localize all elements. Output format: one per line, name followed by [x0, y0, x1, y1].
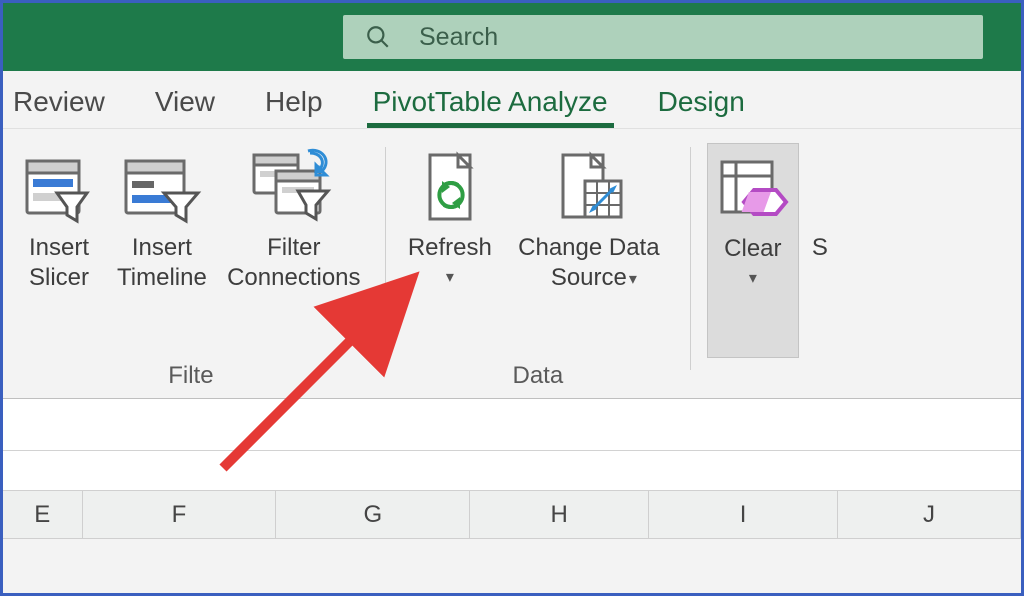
group-divider: [690, 147, 691, 370]
group-data-label: Data: [512, 362, 563, 390]
group-filter-label: Filte: [168, 362, 213, 390]
filter-connections-icon: [248, 147, 340, 225]
tab-view[interactable]: View: [149, 78, 221, 128]
group-data: Refresh ▾: [392, 143, 684, 398]
tab-pivottable-analyze[interactable]: PivotTable Analyze: [367, 78, 614, 128]
group-divider: [385, 147, 386, 370]
search-icon: [365, 24, 391, 50]
refresh-button[interactable]: Refresh ▾: [402, 143, 498, 358]
insert-slicer-button[interactable]: Insert Slicer: [13, 143, 105, 358]
partial-button[interactable]: S: [805, 143, 835, 358]
insert-timeline-button[interactable]: Insert Timeline: [111, 143, 213, 358]
insert-timeline-label: Insert Timeline: [117, 233, 207, 293]
slicer-icon: [19, 147, 99, 225]
tab-design[interactable]: Design: [652, 78, 751, 128]
ribbon: Insert Slicer Insert Timeline: [3, 129, 1021, 399]
column-headers: E F G H I J: [3, 491, 1021, 539]
group-filter: Insert Slicer Insert Timeline: [3, 143, 379, 398]
tab-review[interactable]: Review: [7, 78, 111, 128]
chevron-down-icon: ▾: [446, 267, 454, 287]
tab-help[interactable]: Help: [259, 78, 329, 128]
ribbon-tabs: Review View Help PivotTable Analyze Desi…: [3, 71, 1021, 129]
chevron-down-icon: ▾: [629, 269, 637, 289]
chevron-down-icon: ▾: [749, 268, 757, 288]
col-header-f[interactable]: F: [83, 491, 277, 539]
refresh-label: Refresh: [408, 233, 492, 263]
filter-connections-button[interactable]: Filter Connections: [219, 143, 369, 358]
sheet-gap: [3, 451, 1021, 491]
col-header-h[interactable]: H: [470, 491, 649, 539]
group-actions: Clear ▾ S: [697, 143, 845, 398]
refresh-icon: [414, 147, 486, 225]
clear-label: Clear: [724, 234, 781, 264]
change-data-source-label: Change Data Source: [518, 233, 659, 293]
clear-button[interactable]: Clear ▾: [707, 143, 799, 358]
search-placeholder: Search: [419, 23, 498, 52]
search-box[interactable]: Search: [343, 15, 983, 59]
insert-slicer-label: Insert Slicer: [29, 233, 89, 293]
change-data-source-button[interactable]: Change Data Source ▾: [504, 143, 674, 358]
col-header-j[interactable]: J: [838, 491, 1021, 539]
filter-connections-label: Filter Connections: [227, 233, 360, 293]
col-header-e[interactable]: E: [3, 491, 83, 539]
titlebar: Search: [3, 3, 1021, 71]
col-header-i[interactable]: I: [649, 491, 838, 539]
change-data-source-icon: [549, 147, 629, 225]
timeline-icon: [120, 147, 204, 225]
clear-icon: [714, 148, 792, 226]
formula-bar[interactable]: [3, 399, 1021, 451]
col-header-g[interactable]: G: [276, 491, 470, 539]
